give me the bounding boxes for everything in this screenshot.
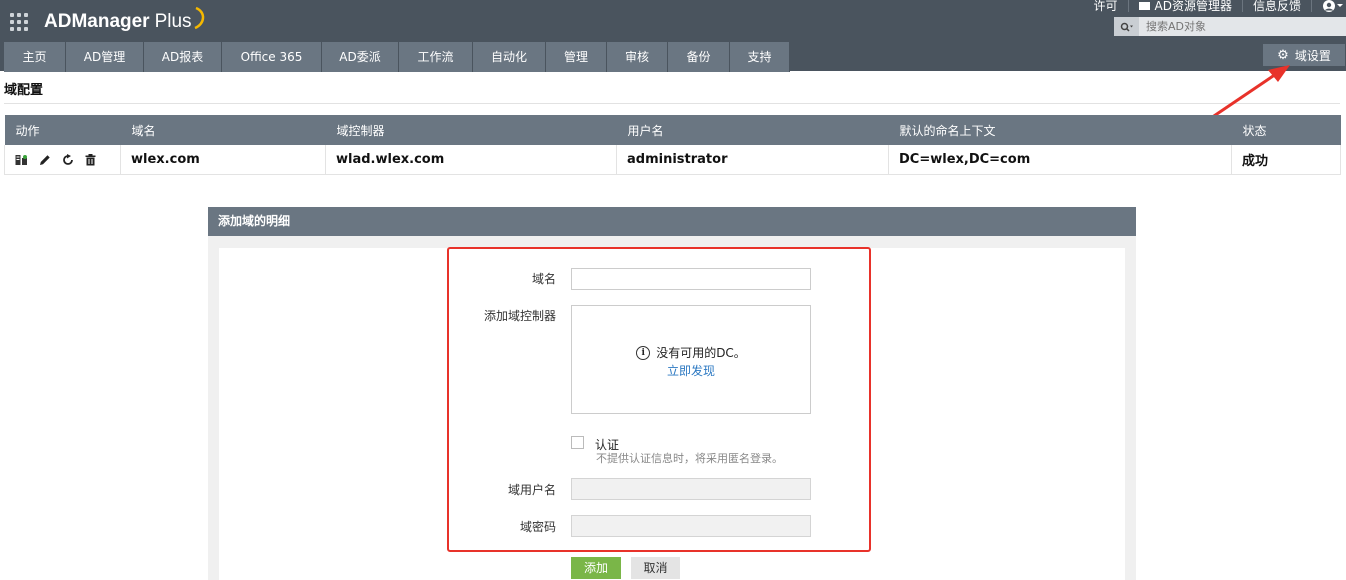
cell-context: DC=wlex,DC=com [888, 145, 1232, 175]
license-link[interactable]: 许可 [1084, 0, 1128, 12]
table-header-row: 动作 域名 域控制器 用户名 默认的命名上下文 状态 [4, 115, 1341, 145]
ad-explorer-link[interactable]: AD资源管理器 [1127, 0, 1242, 13]
tab-office365[interactable]: Office 365 [222, 42, 322, 72]
logo-main: ADManager [44, 11, 150, 32]
col-context: 默认的命名上下文 [888, 115, 1232, 145]
tab-home[interactable]: 主页 [4, 42, 66, 72]
cancel-button[interactable]: 取消 [631, 557, 680, 579]
main-nav: 主页 AD管理 AD报表 Office 365 AD委派 工作流 自动化 管理 … [4, 42, 790, 72]
highlight-box [447, 247, 871, 552]
app-logo[interactable]: ADManager Plus [44, 6, 209, 36]
tab-automation[interactable]: 自动化 [473, 42, 546, 72]
page-title: 域配置 [4, 83, 44, 98]
col-status: 状态 [1231, 115, 1341, 145]
tab-workflow[interactable]: 工作流 [399, 42, 473, 72]
app-grid-icon[interactable] [10, 13, 28, 31]
tab-ad-delegation[interactable]: AD委派 [322, 42, 399, 72]
cell-dc: wlad.wlex.com [325, 145, 617, 175]
title-divider [4, 103, 1340, 104]
dc-status-icon[interactable] [15, 154, 28, 166]
domain-settings-label: 域设置 [1294, 48, 1331, 63]
search-icon[interactable] [1114, 17, 1139, 36]
cell-status: 成功 [1231, 145, 1341, 175]
col-action: 动作 [4, 115, 121, 145]
domain-table: 动作 域名 域控制器 用户名 默认的命名上下文 状态 wlex.com wlad… [4, 115, 1341, 175]
tab-ad-management[interactable]: AD管理 [66, 42, 144, 72]
tab-admin[interactable]: 管理 [546, 42, 607, 72]
logo-plus: Plus [154, 11, 192, 32]
chevron-down-icon [1337, 4, 1343, 7]
search-box [1114, 17, 1346, 36]
refresh-icon[interactable] [62, 153, 74, 166]
top-links: 许可 AD资源管理器 信息反馈 [1084, 0, 1346, 12]
logo-swoosh-icon [193, 6, 204, 30]
search-input[interactable] [1139, 19, 1338, 34]
add-button[interactable]: 添加 [571, 557, 621, 579]
col-dc: 域控制器 [325, 115, 617, 145]
add-domain-header: 添加域的明细 [208, 207, 1136, 236]
feedback-link[interactable]: 信息反馈 [1241, 0, 1311, 12]
folder-icon [1138, 2, 1150, 10]
tab-audit[interactable]: 审核 [607, 42, 668, 72]
tab-support[interactable]: 支持 [730, 42, 790, 72]
row-actions [4, 145, 121, 175]
ad-explorer-label: AD资源管理器 [1154, 0, 1232, 13]
tab-ad-reports[interactable]: AD报表 [144, 42, 222, 72]
col-domain: 域名 [120, 115, 326, 145]
cell-user: administrator [616, 145, 889, 175]
tab-backup[interactable]: 备份 [668, 42, 730, 72]
col-user: 用户名 [616, 115, 889, 145]
user-avatar-icon [1323, 0, 1335, 12]
table-row: wlex.com wlad.wlex.com administrator DC=… [4, 145, 1341, 175]
user-menu[interactable] [1311, 0, 1346, 12]
top-bar: ADManager Plus 许可 AD资源管理器 信息反馈 搜索AD对象 主页… [0, 0, 1346, 72]
cell-domain: wlex.com [120, 145, 326, 175]
delete-trash-icon[interactable] [85, 153, 96, 166]
edit-pencil-icon[interactable] [39, 154, 51, 166]
